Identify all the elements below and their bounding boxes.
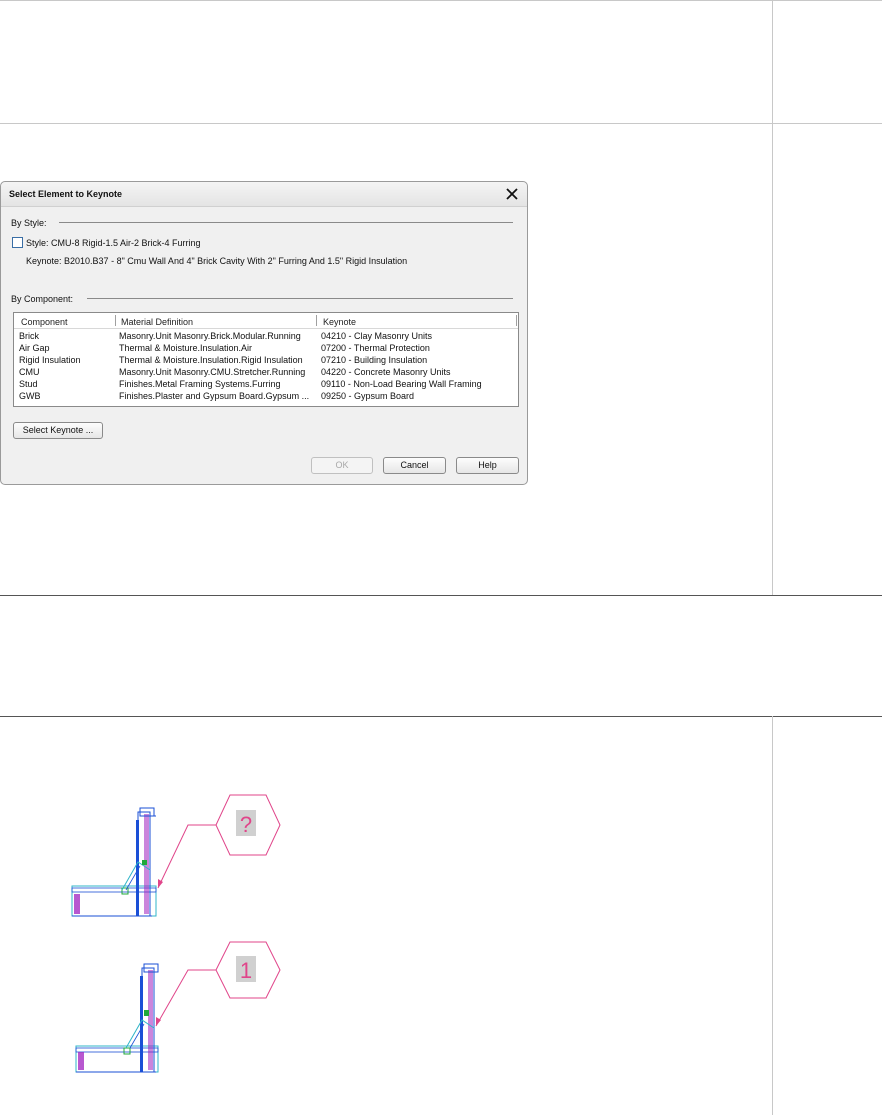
floor-slab [71, 885, 157, 917]
cell-component: CMU [19, 367, 40, 377]
style-keynote-text: Keynote: B2010.B37 - 8" Cmu Wall And 4" … [26, 256, 408, 266]
list-header: Component Material Definition Keynote [14, 313, 518, 329]
cell-keynote: 04210 - Clay Masonry Units [321, 331, 433, 341]
cell-component: Stud [19, 379, 38, 389]
column-separator[interactable] [516, 315, 517, 326]
cell-keynote: 09110 - Non-Load Bearing Wall Framing [321, 379, 482, 389]
cell-component: GWB [19, 391, 41, 401]
dialog-title: Select Element to Keynote [9, 189, 123, 199]
column-header-material-definition[interactable]: Material Definition [121, 317, 193, 327]
table-row[interactable]: Rigid Insulation Thermal & Moisture.Insu… [14, 354, 518, 366]
column-header-keynote[interactable]: Keynote [323, 317, 356, 327]
select-element-to-keynote-dialog: Select Element to Keynote By Style: Styl… [0, 181, 528, 485]
table-row[interactable]: Air Gap Thermal & Moisture.Insulation.Ai… [14, 342, 518, 354]
select-keynote-button[interactable]: Select Keynote ... [13, 422, 103, 439]
cell-keynote: 04220 - Concrete Masonry Units [321, 367, 451, 377]
cell-material: Masonry.Unit Masonry.CMU.Stretcher.Runni… [119, 367, 306, 377]
table-row[interactable]: Stud Finishes.Metal Framing Systems.Furr… [14, 378, 518, 390]
component-list[interactable]: Component Material Definition Keynote Br… [13, 312, 519, 407]
top-divider [0, 0, 882, 1]
section-divider-2 [0, 595, 882, 596]
dialog-titlebar[interactable]: Select Element to Keynote [1, 182, 527, 207]
cell-keynote: 09250 - Gypsum Board [321, 391, 415, 401]
cell-component: Rigid Insulation [19, 355, 81, 365]
wall-section-with-unassigned-tag: ? [71, 794, 281, 917]
section-divider-1 [0, 123, 882, 124]
cell-material: Thermal & Moisture.Insulation.Rigid Insu… [119, 355, 303, 365]
table-row[interactable]: GWB Finishes.Plaster and Gypsum Board.Gy… [14, 390, 518, 402]
column-header-component[interactable]: Component [21, 317, 68, 327]
keynote-tag-text: ? [240, 812, 252, 837]
close-icon[interactable] [503, 185, 521, 203]
help-button[interactable]: Help [456, 457, 519, 474]
column-separator[interactable] [316, 315, 317, 326]
right-margin-line-top [772, 0, 773, 595]
style-checkbox[interactable] [12, 237, 23, 248]
cell-component: Air Gap [19, 343, 50, 353]
style-checkbox-label[interactable]: Style: CMU-8 Rigid-1.5 Air-2 Brick-4 Fur… [26, 238, 201, 248]
cell-material: Thermal & Moisture.Insulation.Air [119, 343, 253, 353]
cell-material: Finishes.Plaster and Gypsum Board.Gypsum… [119, 391, 310, 401]
ok-button[interactable]: OK [311, 457, 373, 474]
cell-material: Finishes.Metal Framing Systems.Furring [119, 379, 281, 389]
cell-keynote: 07210 - Building Insulation [321, 355, 428, 365]
keynote-leader [157, 824, 216, 889]
by-component-label: By Component: [11, 294, 74, 304]
right-margin-line-bottom [772, 716, 773, 1115]
cell-material: Masonry.Unit Masonry.Brick.Modular.Runni… [119, 331, 301, 341]
cancel-button[interactable]: Cancel [383, 457, 446, 474]
wall-section-with-assigned-tag: 1 [75, 941, 281, 1073]
floor-slab [75, 1045, 159, 1073]
section-divider-3 [0, 716, 882, 717]
table-row[interactable]: Brick Masonry.Unit Masonry.Brick.Modular… [14, 330, 518, 342]
by-style-separator [59, 222, 513, 223]
table-row[interactable]: CMU Masonry.Unit Masonry.CMU.Stretcher.R… [14, 366, 518, 378]
by-component-separator [87, 298, 513, 299]
keynote-tag-text: 1 [240, 958, 252, 983]
cell-component: Brick [19, 331, 39, 341]
keynote-leader [155, 969, 216, 1027]
cell-keynote: 07200 - Thermal Protection [321, 343, 430, 353]
by-style-label: By Style: [11, 218, 47, 228]
column-separator[interactable] [115, 315, 116, 326]
